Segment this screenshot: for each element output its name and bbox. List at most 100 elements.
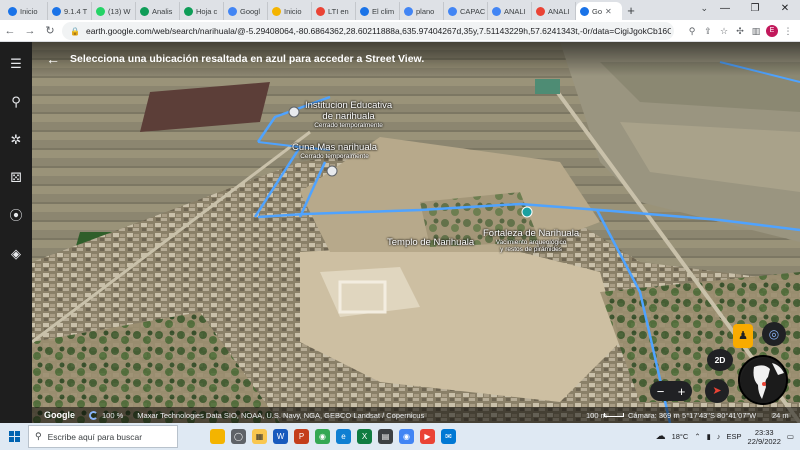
new-tab-button[interactable]: + [622,2,640,20]
menu-hamburger-icon[interactable]: ☰ [6,54,26,74]
browser-tab[interactable]: plano [400,2,444,20]
tab-label: Inicio [20,6,38,16]
browser-tab[interactable]: Analis [136,2,180,20]
close-tab-icon[interactable]: ✕ [605,7,612,16]
browser-tab[interactable]: CAPAC [444,2,488,20]
pegman-icon[interactable]: ♟ [733,324,753,348]
windows-start-button[interactable] [0,423,28,450]
tab-favicon-icon [360,6,369,16]
tab-strip: Inicio 9.1.4 T (13) W Analis Hoja c Googl Inic… [0,0,800,20]
browser-tab[interactable]: Inicio [4,2,48,20]
profile-avatar[interactable]: E [766,25,778,37]
network-icon[interactable]: ▮ [707,432,711,441]
back-arrow-icon[interactable]: ← [0,21,20,41]
language-indicator[interactable]: ESP [727,432,742,441]
streetview-banner: ← Selecciona una ubicación resaltada en … [32,42,800,76]
projects-pin-icon[interactable]: ⦿ [6,206,26,226]
word-icon[interactable]: W [273,429,288,444]
browser-tab[interactable]: 9.1.4 T [48,2,92,20]
layers-icon[interactable]: ◈ [6,244,26,264]
minimize-button[interactable]: — [710,0,740,20]
browser-tab[interactable]: Hoja c [180,2,224,20]
tab-label: El clim [372,6,395,16]
earth-viewport[interactable]: Institucion Educativa de narihuala Cerra… [0,42,800,423]
side-panel-icon[interactable]: ▥ [750,26,762,37]
browser-tab[interactable]: LTI en [312,2,356,20]
task-view-icon[interactable]: ◯ [231,429,246,444]
tray-chevron-icon[interactable]: ⌃ [694,432,700,441]
zoom-control: − + [650,381,692,401]
windows-logo-icon [8,431,20,442]
extension-puzzle-icon[interactable]: ✣ [734,26,746,37]
screen: Inicio 9.1.4 T (13) W Analis Hoja c Googl Inic… [0,0,800,450]
tab-label: (13) W [108,6,131,16]
mail-icon[interactable]: ✉ [441,429,456,444]
satellite-terrain[interactable] [0,42,800,423]
chrome-icon[interactable]: ◉ [315,429,330,444]
reload-icon[interactable]: ↻ [40,21,60,41]
tab-favicon-icon [184,6,193,16]
lock-icon[interactable]: 🔒 [70,27,80,36]
meet-icon[interactable]: ▶ [420,429,435,444]
powerpoint-icon[interactable]: P [294,429,309,444]
notifications-icon[interactable]: ▭ [787,432,794,441]
browser-tab[interactable]: ANALI [488,2,532,20]
edge-icon[interactable]: e [336,429,351,444]
back-arrow-icon[interactable]: ← [46,51,60,67]
tab-label: 9.1.4 T [64,6,88,16]
tab-label: CAPAC [460,6,486,16]
tab-favicon-icon [140,6,149,16]
tab-favicon-icon [448,6,457,16]
menu-kebab-icon[interactable]: ⋮ [782,26,794,37]
browser-tab[interactable]: El clim [356,2,400,20]
news-widget-icon[interactable] [210,429,225,444]
browser-tab[interactable]: Go ✕ [576,2,622,20]
browser-tab[interactable]: (13) W [92,2,136,20]
restore-button[interactable]: ❐ [740,0,770,20]
taskbar-apps: ◯ ▦ W P ◉ e X ▤ ◉ ▶ ✉ [210,429,456,444]
place-label-fortaleza[interactable]: Fortaleza de Narihuala Vacimiento arqueo… [483,228,579,253]
address-bar[interactable]: 🔒 earth.google.com/web/search/narihuala/… [62,22,674,40]
tab-search-icon[interactable]: ⌄ [700,3,708,14]
mini-globe[interactable] [738,355,788,405]
my-location-icon[interactable]: ◎ [762,322,786,346]
chrome-alt-icon[interactable]: ◉ [399,429,414,444]
file-explorer-icon[interactable]: ▦ [252,429,267,444]
tab-favicon-icon [96,6,105,16]
taskbar-search[interactable]: ⚲ Escribe aquí para buscar [28,425,178,448]
voyager-icon[interactable]: ✲ [6,130,26,150]
tab-label: ANALI [548,6,570,16]
browser-tab[interactable]: Inicio [268,2,312,20]
compass-icon[interactable]: ➤ [705,379,729,403]
close-window-button[interactable]: ✕ [770,0,800,20]
excel-icon[interactable]: X [357,429,372,444]
browser-toolbar: ← → ↻ 🔒 earth.google.com/web/search/nari… [0,20,800,42]
search-icon[interactable]: ⚲ [6,92,26,112]
tab-label: Hoja c [196,6,218,16]
store-icon[interactable]: ▤ [378,429,393,444]
place-label-institucion[interactable]: Institucion Educativa de narihuala Cerra… [305,100,392,129]
location-pin-icon[interactable]: ⚲ [686,26,698,37]
data-attribution[interactable]: Maxar Technologies Data SIO, NOAA, U.S. … [137,411,424,420]
zoom-out-button[interactable]: − [657,384,665,399]
tab-label: Analis [152,6,173,16]
tab-favicon-icon [52,6,61,16]
share-icon[interactable]: ⇪ [702,26,714,37]
place-label-cuna-mas[interactable]: Cuna Mas narihuala Cerrado temporalmente [292,142,377,160]
earth-status-bar: Google 100 % Maxar Technologies Data SIO… [32,407,800,423]
clock[interactable]: 23:33 22/9/2022 [748,428,781,446]
forward-arrow-icon[interactable]: → [20,21,40,41]
random-dice-icon[interactable]: ⚄ [6,168,26,188]
volume-icon[interactable]: ♪ [717,432,721,441]
place-label-templo[interactable]: Templo de Narihuala [387,237,474,248]
weather-temp[interactable]: 18°C [672,432,689,441]
browser-tab[interactable]: ANALI [532,2,576,20]
browser-tab[interactable]: Googl [224,2,268,20]
tab-favicon-icon [316,6,325,16]
google-logo: Google [44,410,75,420]
bookmark-star-icon[interactable]: ☆ [718,26,730,37]
weather-cloud-icon[interactable]: ☁ [656,431,666,442]
zoom-in-button[interactable]: + [678,384,686,399]
toggle-2d-button[interactable]: 2D [707,349,733,371]
url-text[interactable]: earth.google.com/web/search/narihuala/@-… [86,26,671,36]
